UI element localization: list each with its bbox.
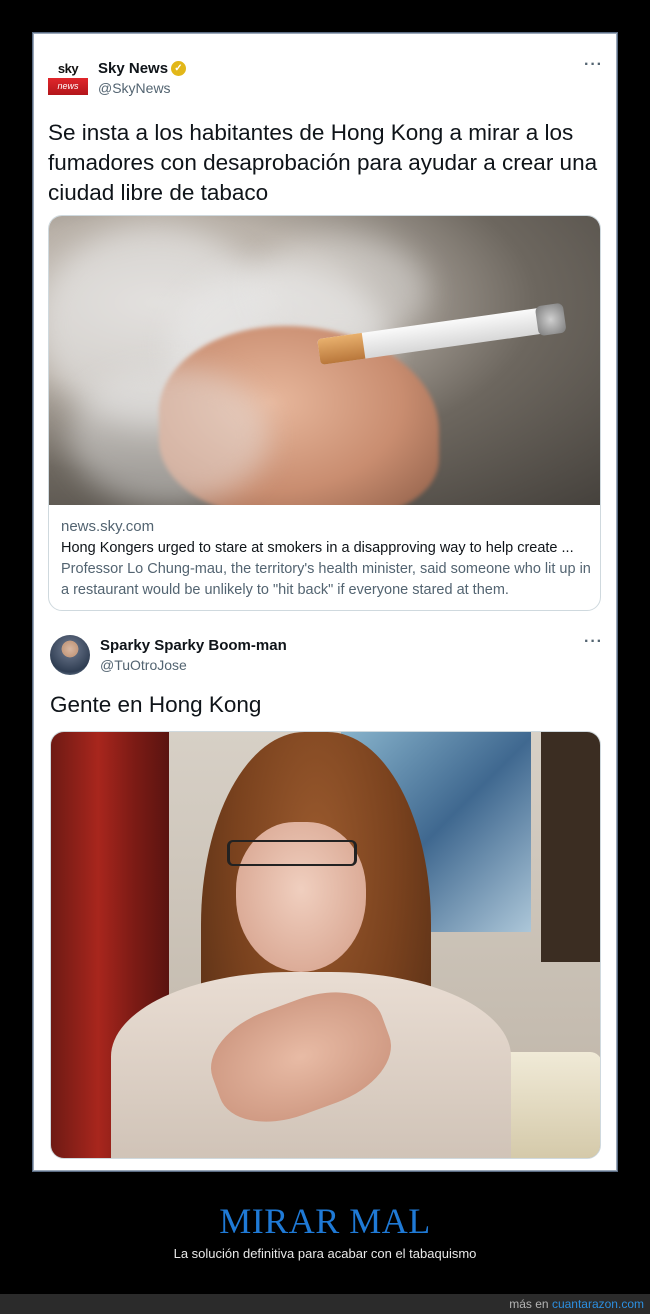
meme-title: MIRAR MAL bbox=[219, 1201, 431, 1241]
card-description: Professor Lo Chung-mau, the territory's … bbox=[61, 561, 591, 598]
footer-site-link[interactable]: cuantarazon.com bbox=[552, 1297, 644, 1311]
avatar-logo-bottom: news bbox=[48, 78, 88, 95]
tweet1-text: Se insta a los habitantes de Hong Kong a… bbox=[48, 120, 598, 205]
more-options-icon[interactable]: ··· bbox=[584, 633, 603, 651]
tuotrojose-avatar[interactable] bbox=[50, 635, 90, 675]
tweet1-author-handle[interactable]: @SkyNews bbox=[98, 80, 171, 96]
verified-badge-icon: ✓ bbox=[171, 61, 186, 76]
cigarette-photo bbox=[49, 216, 600, 505]
tweet2-text: Gente en Hong Kong bbox=[50, 692, 262, 717]
meme-frame: sky news Sky News ✓ @SkyNews ··· Se inst… bbox=[32, 32, 618, 1172]
tweet2-author-name[interactable]: Sparky Sparky Boom-man bbox=[100, 637, 287, 654]
footer-prefix: más en bbox=[509, 1297, 549, 1311]
card-meta: news.sky.com Hong Kongers urged to stare… bbox=[61, 517, 591, 601]
sky-news-avatar[interactable]: sky news bbox=[48, 58, 88, 98]
card-domain: news.sky.com bbox=[61, 518, 155, 535]
footer-text: más en cuantarazon.com bbox=[509, 1297, 644, 1311]
avatar-logo-top: sky bbox=[57, 61, 79, 76]
more-options-icon[interactable]: ··· bbox=[584, 56, 603, 74]
link-preview-card[interactable]: news.sky.com Hong Kongers urged to stare… bbox=[48, 215, 601, 611]
tweet2-author-handle[interactable]: @TuOtroJose bbox=[100, 657, 187, 673]
meme-subtitle: La solución definitiva para acabar con e… bbox=[173, 1246, 477, 1261]
person-photo[interactable] bbox=[50, 731, 601, 1159]
card-title: Hong Kongers urged to stare at smokers i… bbox=[61, 540, 574, 556]
footer-bar: más en cuantarazon.com bbox=[0, 1294, 650, 1314]
tweet1-author-name[interactable]: Sky News bbox=[98, 60, 168, 77]
